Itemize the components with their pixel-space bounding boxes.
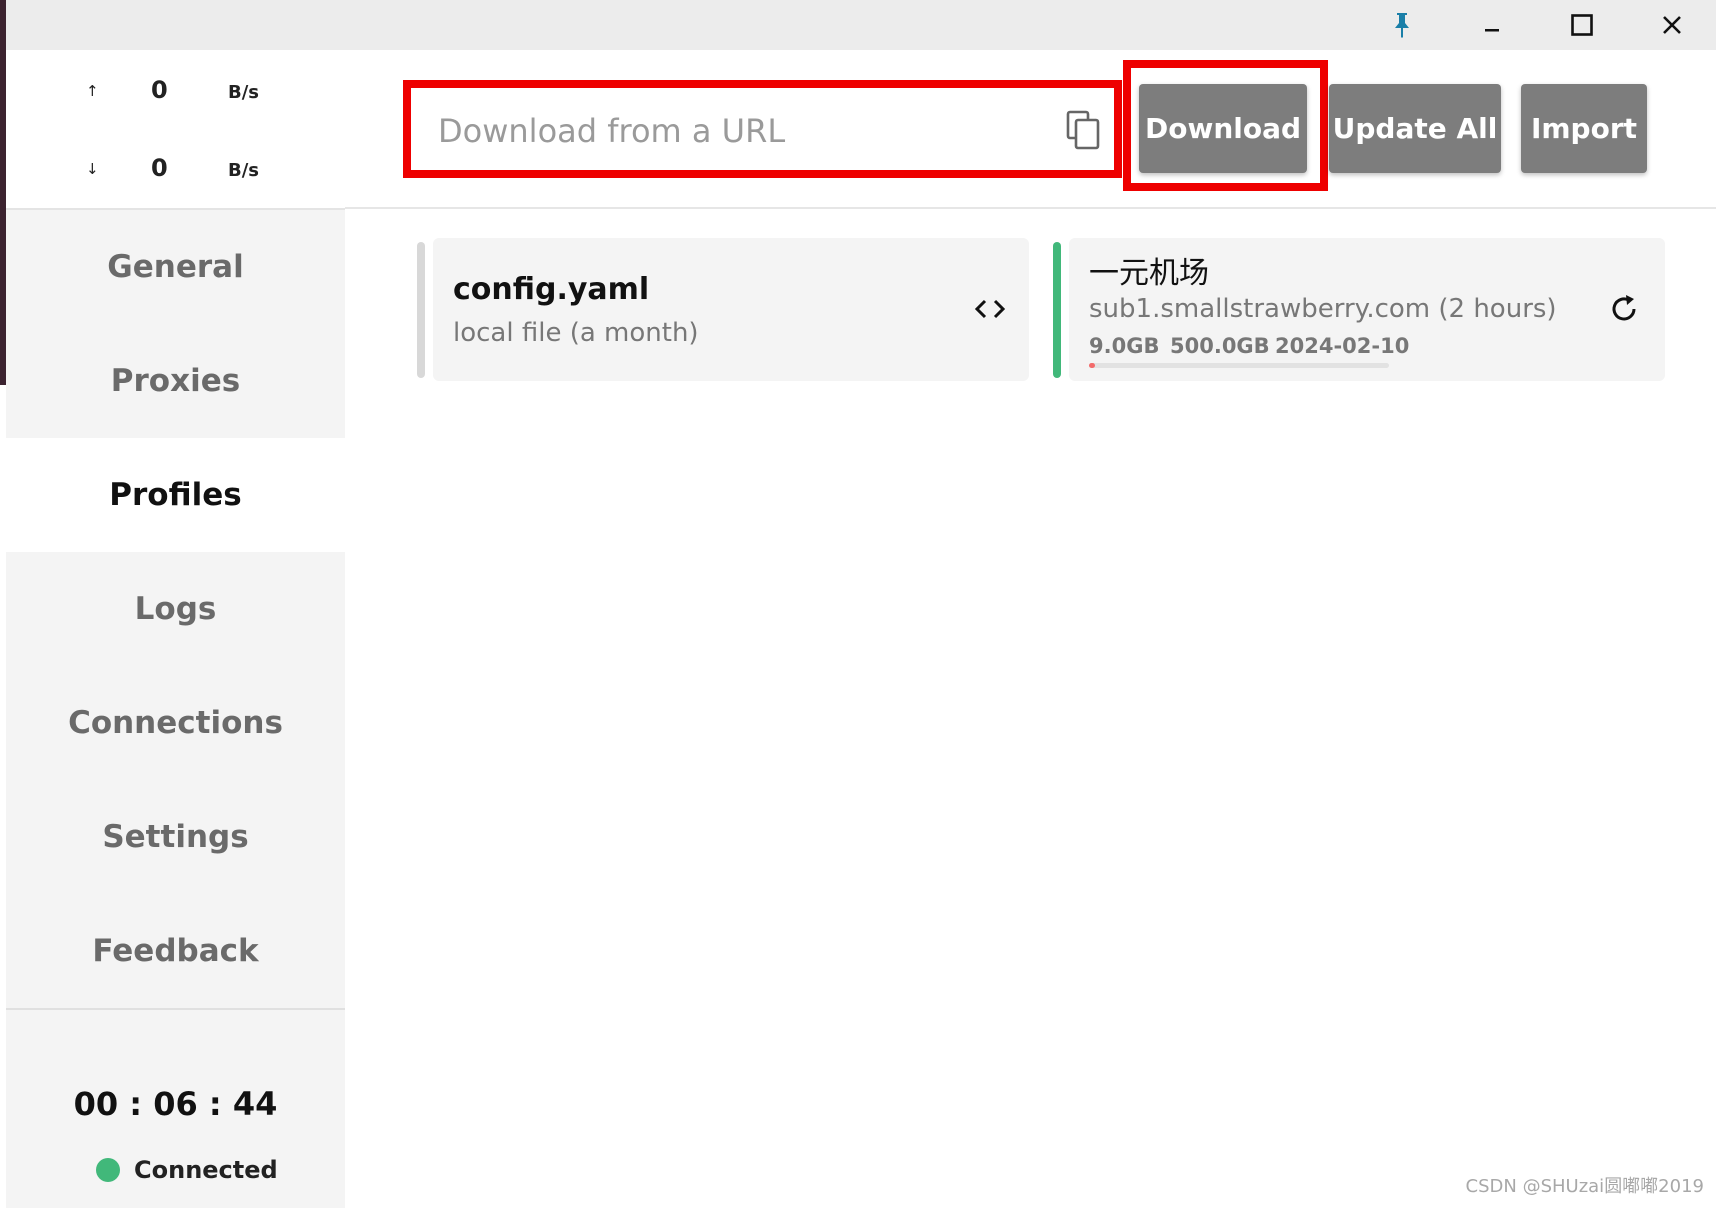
connection-status: Connected (96, 1155, 278, 1185)
traffic-progress-fill (1089, 363, 1095, 368)
url-field (412, 90, 1116, 172)
expire-date: 2024-02-10 (1275, 334, 1410, 358)
nav-item-logs[interactable]: Logs (6, 552, 345, 666)
upload-arrow-icon: ↑ (86, 82, 99, 100)
import-button[interactable]: Import (1521, 84, 1647, 173)
profile-name: 一元机场 (1089, 256, 1209, 291)
uptime-timer: 00 : 06 : 44 (73, 1085, 278, 1123)
nav-item-feedback[interactable]: Feedback (6, 894, 345, 1008)
code-icon[interactable] (973, 294, 1007, 324)
card-indicator-active (1053, 242, 1061, 378)
download-value: 0 (151, 154, 168, 182)
refresh-icon[interactable] (1607, 292, 1641, 326)
status-label: Connected (134, 1156, 278, 1184)
paste-icon[interactable] (1064, 108, 1104, 152)
download-button[interactable]: Download (1139, 84, 1307, 173)
url-input[interactable] (436, 108, 1020, 154)
download-speed: ↓ 0 B/s (6, 154, 345, 184)
upload-speed: ↑ 0 B/s (6, 76, 345, 106)
nav-item-settings[interactable]: Settings (6, 780, 345, 894)
close-icon[interactable] (1652, 5, 1692, 45)
upload-unit: B/s (228, 82, 260, 103)
maximize-icon[interactable] (1562, 5, 1602, 45)
download-arrow-icon: ↓ (86, 160, 99, 178)
card-indicator (417, 242, 425, 378)
traffic-total: 500.0GB (1170, 334, 1270, 358)
divider (6, 1008, 345, 1010)
traffic-progress-bar (1089, 363, 1389, 368)
profile-subtitle: local file (a month) (453, 318, 699, 348)
divider (345, 207, 1716, 209)
title-bar (0, 0, 1716, 50)
profile-name: config.yaml (453, 272, 650, 307)
download-unit: B/s (228, 160, 260, 181)
traffic-panel: ↑ 0 B/s ↓ 0 B/s (6, 50, 345, 210)
profile-card[interactable]: config.yaml local file (a month) (433, 238, 1029, 381)
profile-card-active[interactable]: 一元机场 sub1.smallstrawberry.com (2 hours) … (1069, 238, 1665, 381)
pin-icon[interactable] (1382, 5, 1422, 45)
watermark: CSDN @SHUzai圆嘟嘟2019 (1465, 1176, 1704, 1197)
nav-item-connections[interactable]: Connections (6, 666, 345, 780)
minimize-icon[interactable] (1472, 5, 1512, 45)
nav-item-proxies[interactable]: Proxies (6, 324, 345, 438)
update-all-button[interactable]: Update All (1329, 84, 1501, 173)
profile-subtitle: sub1.smallstrawberry.com (2 hours) (1089, 294, 1557, 324)
nav-item-general[interactable]: General (6, 210, 345, 324)
status-dot-icon (96, 1158, 120, 1182)
traffic-used: 9.0GB (1089, 334, 1160, 358)
upload-value: 0 (151, 76, 168, 104)
nav-item-profiles[interactable]: Profiles (6, 438, 345, 552)
